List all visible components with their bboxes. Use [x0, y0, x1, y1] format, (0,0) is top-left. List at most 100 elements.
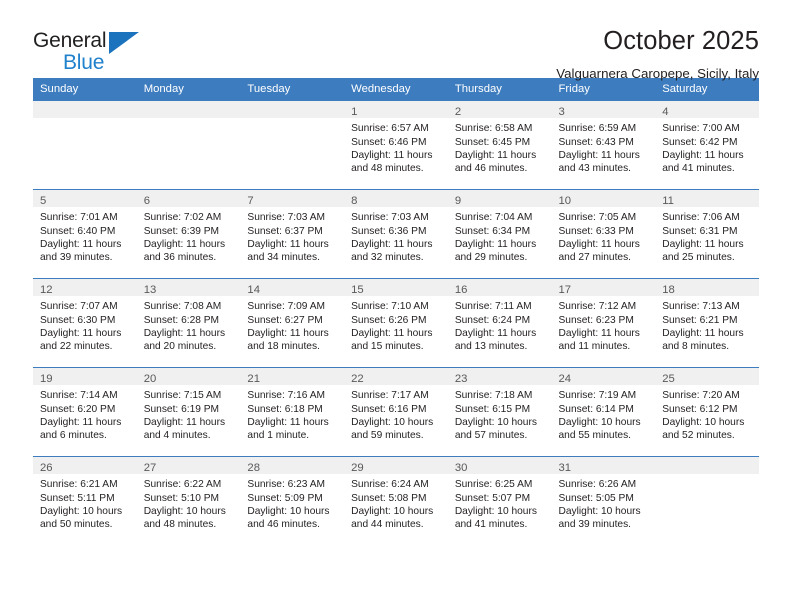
day-cell-5[interactable]: 5 Sunrise: 7:01 AM Sunset: 6:40 PM Daylight…	[33, 189, 137, 279]
day-cell-13[interactable]: 13 Sunrise: 7:08 AM Sunset: 6:28 PM Dayligh…	[136, 278, 241, 368]
day-cell-14[interactable]: 14 Sunrise: 7:09 AM Sunset: 6:27 PM Dayligh…	[240, 278, 345, 368]
day-cell-28[interactable]: 28 Sunrise: 6:23 AM Sunset: 5:09 PM Dayligh…	[240, 456, 345, 546]
day-details: Sunrise: 7:17 AM Sunset: 6:16 PM Daylight:…	[344, 385, 448, 442]
day-detail-line: Sunrise: 6:25 AM	[454, 479, 533, 491]
day-cell-30[interactable]: 30 Sunrise: 6:25 AM Sunset: 5:07 PM Dayligh…	[447, 456, 552, 546]
day-cell-8[interactable]: 8 Sunrise: 7:03 AM Sunset: 6:36 PM Daylight…	[344, 189, 448, 279]
day-number: 22	[351, 373, 364, 386]
day-number-bar: 21	[240, 368, 345, 386]
day-detail-line: Daylight: 11 hours	[454, 327, 537, 339]
day-details: Sunrise: 6:59 AM Sunset: 6:43 PM Daylight:…	[552, 118, 656, 175]
day-number-bar: 14	[240, 279, 345, 297]
day-detail-line: Daylight: 11 hours	[351, 238, 433, 250]
day-cell-12[interactable]: 12 Sunrise: 7:07 AM Sunset: 6:30 PM Dayligh…	[33, 278, 137, 368]
day-number-bar: 25	[655, 368, 759, 386]
day-detail-line: Sunrise: 7:16 AM	[247, 390, 325, 402]
day-detail-line: Daylight: 11 hours	[351, 327, 433, 339]
day-detail-line: Daylight: 11 hours	[558, 238, 640, 250]
day-detail-line: and 41 minutes.	[662, 163, 735, 175]
day-cell-27[interactable]: 27 Sunrise: 6:22 AM Sunset: 5:10 PM Dayligh…	[136, 456, 241, 546]
day-detail-line: and 41 minutes.	[454, 519, 528, 531]
day-cell-4[interactable]: 4 Sunrise: 7:00 AM Sunset: 6:42 PM Daylight…	[655, 101, 759, 190]
day-details: Sunrise: 6:57 AM Sunset: 6:46 PM Daylight:…	[344, 118, 448, 175]
day-cell-26[interactable]: 26 Sunrise: 6:21 AM Sunset: 5:11 PM Dayligh…	[33, 456, 137, 546]
day-detail-line: and 25 minutes.	[662, 252, 735, 264]
day-detail-line: and 22 minutes.	[40, 341, 113, 353]
day-number: 31	[558, 462, 572, 475]
day-number-bar: 22	[344, 368, 448, 386]
day-details: Sunrise: 6:58 AM Sunset: 6:45 PM Daylight:…	[448, 118, 552, 175]
day-detail-line: Daylight: 10 hours	[40, 505, 123, 517]
day-cell-19[interactable]: 19 Sunrise: 7:14 AM Sunset: 6:20 PM Dayligh…	[33, 367, 137, 457]
day-detail-line: Sunrise: 7:07 AM	[40, 301, 118, 313]
day-detail-line: Sunset: 6:40 PM	[40, 225, 116, 237]
day-number: 4	[662, 106, 669, 119]
day-details: Sunrise: 6:26 AM Sunset: 5:05 PM Daylight:…	[552, 474, 656, 531]
day-cell-11[interactable]: 11 Sunrise: 7:06 AM Sunset: 6:31 PM Dayligh…	[655, 189, 759, 279]
day-detail-line: Sunrise: 7:03 AM	[247, 212, 325, 224]
day-cell-10[interactable]: 10 Sunrise: 7:05 AM Sunset: 6:33 PM Dayligh…	[551, 189, 656, 279]
day-details: Sunrise: 7:03 AM Sunset: 6:36 PM Daylight:…	[344, 207, 448, 264]
day-cell-21[interactable]: 21 Sunrise: 7:16 AM Sunset: 6:18 PM Dayligh…	[240, 367, 345, 457]
day-detail-line: and 48 minutes.	[143, 519, 217, 531]
day-cell-18[interactable]: 18 Sunrise: 7:13 AM Sunset: 6:21 PM Dayligh…	[655, 278, 759, 368]
day-cell-2[interactable]: 2 Sunrise: 6:58 AM Sunset: 6:45 PM Daylight…	[447, 101, 552, 190]
day-details: Sunrise: 7:07 AM Sunset: 6:30 PM Daylight:…	[33, 296, 137, 353]
day-cell-7[interactable]: 7 Sunrise: 7:03 AM Sunset: 6:37 PM Daylight…	[240, 189, 345, 279]
day-cell-17[interactable]: 17 Sunrise: 7:12 AM Sunset: 6:23 PM Dayligh…	[551, 278, 656, 368]
day-detail-line: Sunset: 5:08 PM	[351, 492, 427, 504]
day-details: Sunrise: 7:06 AM Sunset: 6:31 PM Daylight:…	[655, 207, 759, 264]
day-details: Sunrise: 7:15 AM Sunset: 6:19 PM Daylight:…	[137, 385, 241, 442]
day-detail-line: Daylight: 11 hours	[40, 327, 122, 339]
day-cell-empty	[136, 101, 241, 190]
day-number: 9	[454, 195, 462, 208]
day-cell-20[interactable]: 20 Sunrise: 7:15 AM Sunset: 6:19 PM Dayligh…	[136, 367, 241, 457]
day-detail-line: Daylight: 11 hours	[662, 149, 744, 161]
day-detail-line: Sunset: 6:15 PM	[454, 403, 531, 415]
day-cell-15[interactable]: 15 Sunrise: 7:10 AM Sunset: 6:26 PM Dayligh…	[344, 278, 448, 368]
day-cell-24[interactable]: 24 Sunrise: 7:19 AM Sunset: 6:14 PM Dayligh…	[551, 367, 656, 457]
day-number: 17	[558, 284, 572, 297]
day-number-bar: 26	[33, 457, 137, 475]
day-cell-9[interactable]: 9 Sunrise: 7:04 AM Sunset: 6:34 PM Daylight…	[447, 189, 552, 279]
day-cell-29[interactable]: 29 Sunrise: 6:24 AM Sunset: 5:08 PM Dayligh…	[344, 456, 448, 546]
day-cell-6[interactable]: 6 Sunrise: 7:02 AM Sunset: 6:39 PM Daylight…	[136, 189, 241, 279]
day-details: Sunrise: 7:04 AM Sunset: 6:34 PM Daylight:…	[448, 207, 552, 264]
day-cell-empty	[655, 456, 759, 546]
day-detail-line: Sunrise: 7:15 AM	[143, 390, 222, 402]
day-detail-line: Sunrise: 7:19 AM	[558, 390, 637, 402]
day-detail-line: Sunrise: 6:57 AM	[351, 123, 429, 135]
day-details: Sunrise: 6:25 AM Sunset: 5:07 PM Daylight:…	[448, 474, 552, 531]
day-cell-22[interactable]: 22 Sunrise: 7:17 AM Sunset: 6:16 PM Dayligh…	[344, 367, 448, 457]
day-detail-line: Sunrise: 7:09 AM	[247, 301, 325, 313]
day-number-bar: 5	[33, 190, 137, 208]
day-cell-16[interactable]: 16 Sunrise: 7:11 AM Sunset: 6:24 PM Dayligh…	[447, 278, 552, 368]
day-detail-line: Sunset: 6:39 PM	[143, 225, 220, 237]
day-cell-23[interactable]: 23 Sunrise: 7:18 AM Sunset: 6:15 PM Dayligh…	[447, 367, 552, 457]
day-number: 29	[351, 462, 364, 475]
generalblue-logo[interactable]: General Blue	[33, 27, 153, 75]
day-detail-line: Sunset: 6:28 PM	[143, 314, 220, 326]
day-cell-1[interactable]: 1 Sunrise: 6:57 AM Sunset: 6:46 PM Daylight…	[344, 101, 448, 190]
day-detail-line: Sunset: 6:23 PM	[558, 314, 634, 326]
day-detail-line: Sunrise: 7:11 AM	[454, 301, 532, 313]
day-cell-3[interactable]: 3 Sunrise: 6:59 AM Sunset: 6:43 PM Daylight…	[551, 101, 656, 190]
day-cell-31[interactable]: 31 Sunrise: 6:26 AM Sunset: 5:05 PM Dayligh…	[551, 456, 656, 546]
calendar-week-row: 12 Sunrise: 7:07 AM Sunset: 6:30 PM Dayligh…	[33, 278, 759, 368]
day-detail-line: Sunset: 5:07 PM	[454, 492, 531, 504]
day-number-bar: 2	[447, 101, 552, 119]
day-detail-line: and 4 minutes.	[143, 430, 211, 442]
day-number: 11	[662, 195, 674, 208]
day-number: 8	[351, 195, 358, 208]
day-detail-line: and 55 minutes.	[558, 430, 632, 442]
calendar-table: Sunday Monday Tuesday Wednesday Thursday Frid…	[33, 78, 759, 546]
day-detail-line: and 50 minutes.	[40, 519, 113, 531]
day-detail-line: Daylight: 11 hours	[454, 149, 537, 161]
day-detail-line: Sunset: 6:43 PM	[558, 136, 634, 148]
day-detail-line: Daylight: 10 hours	[558, 416, 641, 428]
day-detail-line: Sunset: 6:20 PM	[40, 403, 116, 415]
day-cell-25[interactable]: 25 Sunrise: 7:20 AM Sunset: 6:12 PM Dayligh…	[655, 367, 759, 457]
day-number-bar: 27	[136, 457, 241, 475]
day-detail-line: and 20 minutes.	[143, 341, 217, 353]
day-details: Sunrise: 7:09 AM Sunset: 6:27 PM Daylight:…	[240, 296, 344, 353]
